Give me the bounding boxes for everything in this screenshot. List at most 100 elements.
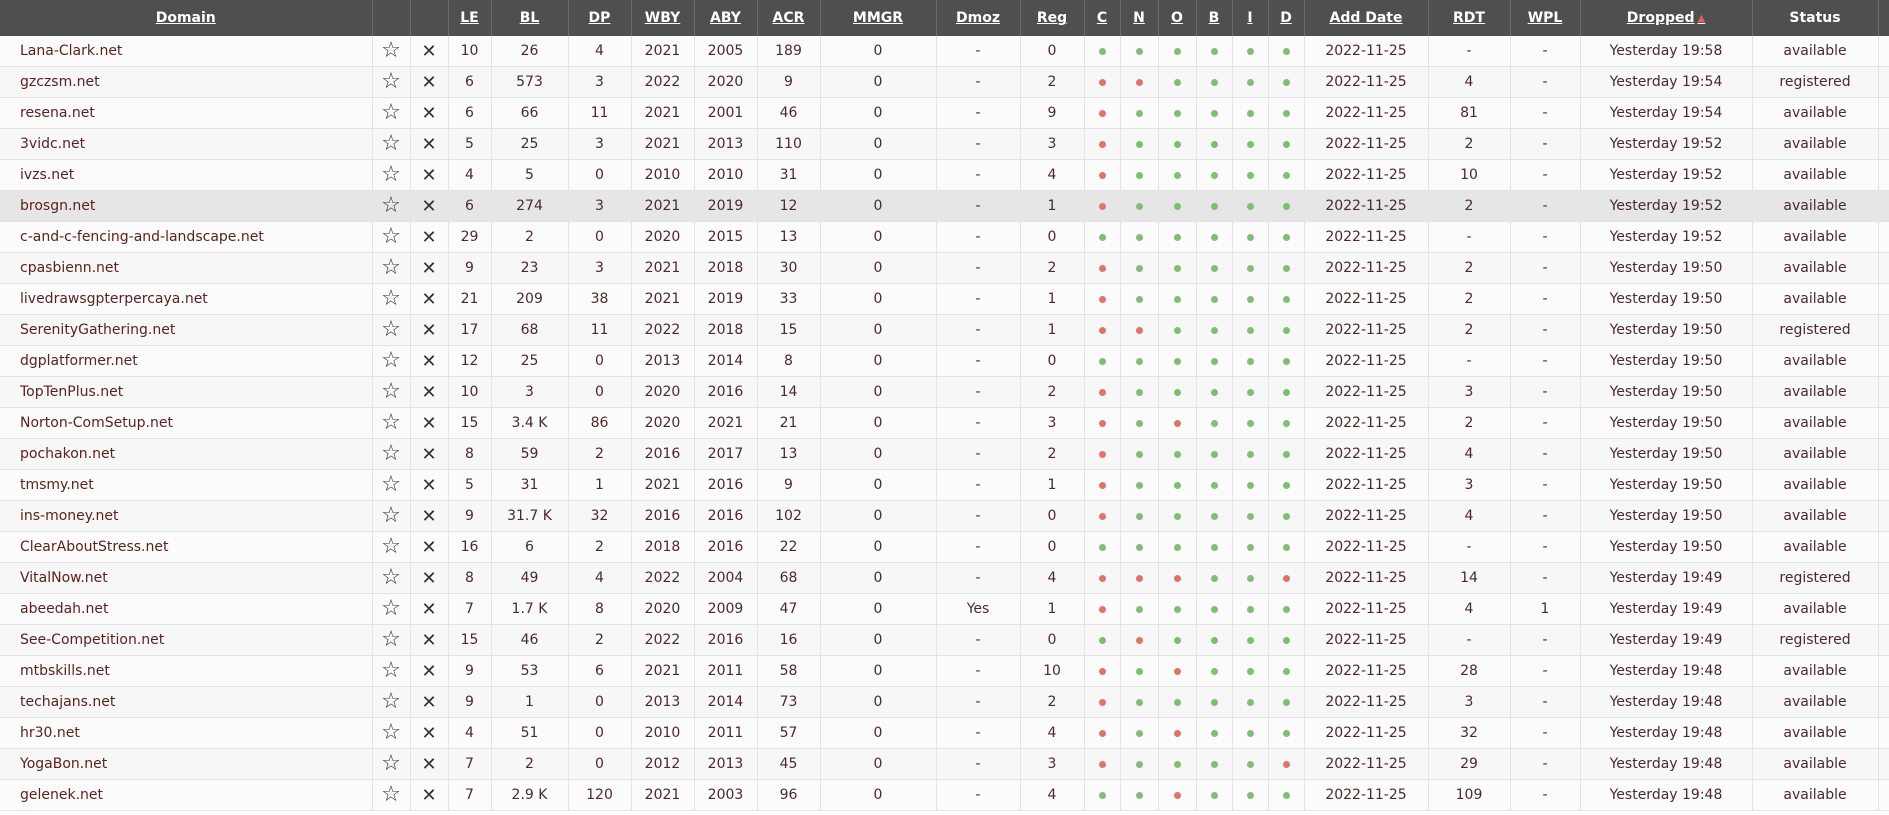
remove-cell[interactable]: ✕ bbox=[410, 97, 449, 129]
cell-rl[interactable] bbox=[1878, 717, 1889, 749]
remove-cell[interactable]: ✕ bbox=[410, 407, 449, 439]
remove-cell[interactable]: ✕ bbox=[410, 283, 449, 315]
star-outline-icon[interactable]: ☆ bbox=[381, 782, 401, 807]
cell-rl[interactable] bbox=[1878, 190, 1889, 222]
remove-cell[interactable]: ✕ bbox=[410, 655, 449, 687]
domain-name[interactable]: techajans.net bbox=[0, 686, 373, 718]
star-outline-icon[interactable]: ☆ bbox=[381, 348, 401, 373]
cell-rl[interactable] bbox=[1878, 624, 1889, 656]
domain-name[interactable]: 3vidc.net bbox=[0, 128, 373, 160]
star-outline-icon[interactable]: ☆ bbox=[381, 627, 401, 652]
cell-rl[interactable] bbox=[1878, 779, 1889, 811]
favorite-star-cell[interactable]: ☆ bbox=[372, 655, 411, 687]
close-icon[interactable]: ✕ bbox=[421, 103, 436, 124]
close-icon[interactable]: ✕ bbox=[421, 382, 436, 403]
star-outline-icon[interactable]: ☆ bbox=[381, 658, 401, 683]
col-header-mmgr[interactable]: MMGR bbox=[820, 0, 937, 36]
favorite-star-cell[interactable]: ☆ bbox=[372, 717, 411, 749]
cell-rl[interactable] bbox=[1878, 407, 1889, 439]
star-outline-icon[interactable]: ☆ bbox=[381, 38, 401, 63]
favorite-star-cell[interactable]: ☆ bbox=[372, 159, 411, 191]
remove-cell[interactable]: ✕ bbox=[410, 221, 449, 253]
domain-name[interactable]: abeedah.net bbox=[0, 593, 373, 625]
domain-name[interactable]: mtbskills.net bbox=[0, 655, 373, 687]
star-outline-icon[interactable]: ☆ bbox=[381, 255, 401, 280]
close-icon[interactable]: ✕ bbox=[421, 165, 436, 186]
cell-rl[interactable] bbox=[1878, 562, 1889, 594]
star-outline-icon[interactable]: ☆ bbox=[381, 379, 401, 404]
favorite-star-cell[interactable]: ☆ bbox=[372, 562, 411, 594]
remove-cell[interactable]: ✕ bbox=[410, 717, 449, 749]
cell-rl[interactable] bbox=[1878, 438, 1889, 470]
close-icon[interactable]: ✕ bbox=[421, 630, 436, 651]
star-outline-icon[interactable]: ☆ bbox=[381, 472, 401, 497]
star-outline-icon[interactable]: ☆ bbox=[381, 193, 401, 218]
close-icon[interactable]: ✕ bbox=[421, 475, 436, 496]
domain-name[interactable]: dgplatformer.net bbox=[0, 345, 373, 377]
favorite-star-cell[interactable]: ☆ bbox=[372, 469, 411, 501]
close-icon[interactable]: ✕ bbox=[421, 444, 436, 465]
cell-rl[interactable] bbox=[1878, 748, 1889, 780]
domain-name[interactable]: gzczsm.net bbox=[0, 66, 373, 98]
domain-name[interactable]: ins-money.net bbox=[0, 500, 373, 532]
remove-cell[interactable]: ✕ bbox=[410, 128, 449, 160]
domain-name[interactable]: pochakon.net bbox=[0, 438, 373, 470]
star-outline-icon[interactable]: ☆ bbox=[381, 751, 401, 776]
remove-cell[interactable]: ✕ bbox=[410, 314, 449, 346]
domain-name[interactable]: ivzs.net bbox=[0, 159, 373, 191]
col-header-n[interactable]: N bbox=[1120, 0, 1159, 36]
favorite-star-cell[interactable]: ☆ bbox=[372, 128, 411, 160]
star-outline-icon[interactable]: ☆ bbox=[381, 720, 401, 745]
favorite-star-cell[interactable]: ☆ bbox=[372, 376, 411, 408]
col-header-i[interactable]: I bbox=[1232, 0, 1269, 36]
close-icon[interactable]: ✕ bbox=[421, 351, 436, 372]
col-header-add-date[interactable]: Add Date bbox=[1304, 0, 1429, 36]
cell-rl[interactable] bbox=[1878, 66, 1889, 98]
close-icon[interactable]: ✕ bbox=[421, 692, 436, 713]
star-outline-icon[interactable]: ☆ bbox=[381, 410, 401, 435]
remove-cell[interactable]: ✕ bbox=[410, 190, 449, 222]
close-icon[interactable]: ✕ bbox=[421, 785, 436, 806]
col-header-c[interactable]: C bbox=[1084, 0, 1121, 36]
domain-name[interactable]: Norton-ComSetup.net bbox=[0, 407, 373, 439]
close-icon[interactable]: ✕ bbox=[421, 537, 436, 558]
domain-name[interactable]: SerenityGathering.net bbox=[0, 314, 373, 346]
close-icon[interactable]: ✕ bbox=[421, 41, 436, 62]
favorite-star-cell[interactable]: ☆ bbox=[372, 36, 411, 67]
cell-rl[interactable] bbox=[1878, 97, 1889, 129]
domain-name[interactable]: TopTenPlus.net bbox=[0, 376, 373, 408]
domain-name[interactable]: c-and-c-fencing-and-landscape.net bbox=[0, 221, 373, 253]
star-outline-icon[interactable]: ☆ bbox=[381, 286, 401, 311]
remove-cell[interactable]: ✕ bbox=[410, 500, 449, 532]
favorite-star-cell[interactable]: ☆ bbox=[372, 438, 411, 470]
col-header-o[interactable]: O bbox=[1158, 0, 1197, 36]
favorite-star-cell[interactable]: ☆ bbox=[372, 686, 411, 718]
star-outline-icon[interactable]: ☆ bbox=[381, 596, 401, 621]
domain-name[interactable]: VitalNow.net bbox=[0, 562, 373, 594]
favorite-star-cell[interactable]: ☆ bbox=[372, 531, 411, 563]
domain-name[interactable]: See-Competition.net bbox=[0, 624, 373, 656]
cell-rl[interactable] bbox=[1878, 159, 1889, 191]
cell-rl[interactable] bbox=[1878, 36, 1889, 67]
col-header-dmoz[interactable]: Dmoz bbox=[936, 0, 1021, 36]
remove-cell[interactable]: ✕ bbox=[410, 159, 449, 191]
cell-rl[interactable] bbox=[1878, 221, 1889, 253]
close-icon[interactable]: ✕ bbox=[421, 568, 436, 589]
cell-rl[interactable] bbox=[1878, 128, 1889, 160]
remove-cell[interactable]: ✕ bbox=[410, 438, 449, 470]
favorite-star-cell[interactable]: ☆ bbox=[372, 624, 411, 656]
cell-rl[interactable] bbox=[1878, 686, 1889, 718]
col-header-d[interactable]: D bbox=[1268, 0, 1305, 36]
remove-cell[interactable]: ✕ bbox=[410, 376, 449, 408]
star-outline-icon[interactable]: ☆ bbox=[381, 565, 401, 590]
cell-rl[interactable] bbox=[1878, 283, 1889, 315]
remove-cell[interactable]: ✕ bbox=[410, 66, 449, 98]
star-outline-icon[interactable]: ☆ bbox=[381, 441, 401, 466]
domain-name[interactable]: tmsmy.net bbox=[0, 469, 373, 501]
domain-name[interactable]: hr30.net bbox=[0, 717, 373, 749]
star-outline-icon[interactable]: ☆ bbox=[381, 503, 401, 528]
cell-rl[interactable] bbox=[1878, 252, 1889, 284]
favorite-star-cell[interactable]: ☆ bbox=[372, 779, 411, 811]
close-icon[interactable]: ✕ bbox=[421, 227, 436, 248]
cell-rl[interactable] bbox=[1878, 531, 1889, 563]
